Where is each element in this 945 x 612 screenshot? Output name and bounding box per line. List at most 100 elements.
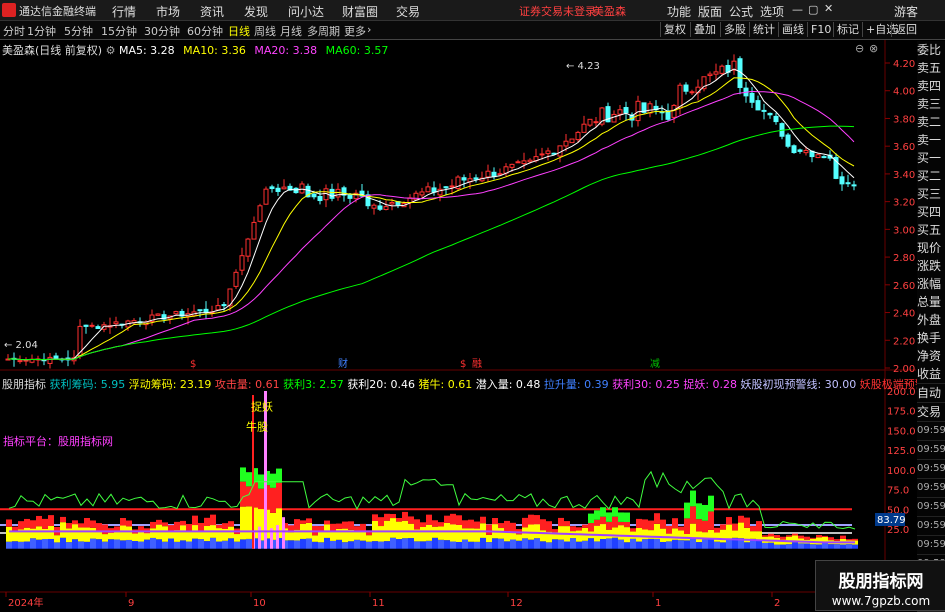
close-button[interactable]: ✕ bbox=[824, 2, 833, 15]
mark-button[interactable]: 标记 bbox=[833, 22, 862, 37]
settings-icon[interactable]: ⚙ bbox=[106, 44, 119, 57]
maximize-button[interactable]: ▢ bbox=[808, 3, 818, 16]
menu-wenxiaoda[interactable]: 问小达 bbox=[288, 3, 324, 20]
candle-body bbox=[317, 195, 323, 202]
candle-body bbox=[797, 149, 803, 152]
side2-0[interactable]: 自动 bbox=[917, 384, 945, 403]
bar-blue bbox=[102, 541, 108, 549]
side-12[interactable]: 涨跌 bbox=[917, 257, 945, 276]
bar-red bbox=[348, 521, 354, 530]
bar-blue bbox=[840, 544, 846, 549]
side-18[interactable]: 收益 bbox=[917, 365, 945, 384]
menu-shichang[interactable]: 市场 bbox=[156, 3, 180, 20]
side2-1[interactable]: 交易 bbox=[917, 403, 945, 422]
more-chevron-icon[interactable]: › bbox=[367, 23, 371, 36]
side2-7[interactable]: 09:59 bbox=[917, 517, 945, 536]
side2-2[interactable]: 09:59 bbox=[917, 422, 945, 441]
side2-8[interactable]: 09:59 bbox=[917, 536, 945, 555]
menu-faxian[interactable]: 发现 bbox=[244, 3, 268, 20]
bar-yellow bbox=[690, 523, 696, 539]
menu-gongneng[interactable]: 功能 bbox=[667, 3, 691, 20]
minimize-button[interactable]: — bbox=[792, 3, 803, 16]
side-3[interactable]: 卖三 bbox=[917, 95, 945, 114]
period-more[interactable]: 更多 bbox=[344, 23, 366, 39]
menu-caifuquan[interactable]: 财富圈 bbox=[342, 3, 378, 20]
side-0[interactable]: 委比 bbox=[917, 41, 945, 60]
back-button[interactable]: 返回 bbox=[891, 22, 920, 37]
candle-body bbox=[251, 221, 257, 240]
f10-button[interactable]: F10 bbox=[807, 22, 834, 37]
side-15[interactable]: 外盘 bbox=[917, 311, 945, 330]
bar-blue bbox=[390, 537, 396, 549]
bar-blue bbox=[558, 539, 564, 549]
menu-zixun[interactable]: 资讯 bbox=[200, 3, 224, 20]
side-2[interactable]: 卖四 bbox=[917, 77, 945, 96]
bar-blue bbox=[78, 541, 84, 549]
bar-red bbox=[408, 516, 414, 524]
menu-jiaoyi[interactable]: 交易 bbox=[396, 3, 420, 20]
candle-body bbox=[461, 177, 467, 181]
multi-stock-button[interactable]: 多股 bbox=[720, 22, 749, 37]
side-9[interactable]: 买四 bbox=[917, 203, 945, 222]
bar-yellow bbox=[6, 526, 12, 542]
candle-body bbox=[749, 92, 755, 103]
zoom-out-icon[interactable]: ⊖ bbox=[855, 42, 864, 55]
bar-yellow bbox=[816, 537, 822, 545]
zhuoyao-bar bbox=[276, 525, 279, 549]
user-guest[interactable]: 游客 bbox=[894, 3, 918, 20]
period-15min[interactable]: 15分钟 bbox=[101, 23, 137, 39]
zhuoyao-bar bbox=[264, 391, 267, 549]
bar-red bbox=[66, 523, 72, 529]
side-8[interactable]: 买三 bbox=[917, 185, 945, 204]
bar-red bbox=[444, 515, 450, 523]
period-30min[interactable]: 30分钟 bbox=[144, 23, 180, 39]
bar-blue bbox=[540, 541, 546, 549]
side-1[interactable]: 卖五 bbox=[917, 59, 945, 78]
menu-hangqing[interactable]: 行情 bbox=[112, 3, 136, 20]
side2-3[interactable]: 09:59 bbox=[917, 441, 945, 460]
login-warning[interactable]: 证券交易未登录 bbox=[519, 3, 596, 19]
side-13[interactable]: 涨幅 bbox=[917, 275, 945, 294]
side2-4[interactable]: 09:59 bbox=[917, 460, 945, 479]
bar-blue bbox=[804, 543, 810, 549]
bar-blue bbox=[330, 540, 336, 549]
side2-6[interactable]: 09:59 bbox=[917, 498, 945, 517]
draw-button[interactable]: 画线 bbox=[778, 22, 807, 37]
kline-chart[interactable]: ← 4.23 ← 2.04 $ 财 $ 融 减 捉妖牛股 4.20 4.00 3.80 3.60 3… bbox=[0, 40, 916, 609]
stats-button[interactable]: 统计 bbox=[749, 22, 778, 37]
period-5min[interactable]: 5分钟 bbox=[64, 23, 93, 39]
pane-close-icon[interactable]: ⊗ bbox=[869, 42, 878, 55]
side-6[interactable]: 买一 bbox=[917, 149, 945, 168]
side2-5[interactable]: 09:59 bbox=[917, 479, 945, 498]
side-11[interactable]: 现价 bbox=[917, 239, 945, 258]
bar-red bbox=[342, 521, 348, 529]
side-10[interactable]: 买五 bbox=[917, 221, 945, 240]
side-17[interactable]: 净资 bbox=[917, 347, 945, 366]
side-16[interactable]: 换手 bbox=[917, 329, 945, 348]
overlay-button[interactable]: 叠加 bbox=[690, 22, 719, 37]
bar-yellow bbox=[660, 528, 666, 542]
bar-yellow bbox=[600, 524, 606, 539]
menu-banmian[interactable]: 版面 bbox=[698, 3, 722, 20]
period-monthly[interactable]: 月线 bbox=[280, 23, 302, 39]
side-5[interactable]: 卖一 bbox=[917, 131, 945, 150]
period-fenshi[interactable]: 分时 bbox=[3, 23, 25, 39]
bar-red bbox=[678, 526, 684, 531]
period-weekly[interactable]: 周线 bbox=[254, 23, 276, 39]
menu-xuanxiang[interactable]: 选项 bbox=[760, 3, 784, 20]
menu-gongshi[interactable]: 公式 bbox=[729, 3, 753, 20]
side-14[interactable]: 总量 bbox=[917, 293, 945, 312]
period-1min[interactable]: 1分钟 bbox=[27, 23, 56, 39]
bar-red bbox=[714, 527, 720, 533]
period-multi[interactable]: 多周期 bbox=[307, 23, 340, 39]
side-4[interactable]: 卖二 bbox=[917, 113, 945, 132]
candle-body bbox=[263, 188, 269, 205]
fuquan-button[interactable]: 复权 bbox=[660, 22, 689, 37]
bar-blue bbox=[510, 539, 516, 549]
bar-blue bbox=[312, 541, 318, 549]
period-daily[interactable]: 日线 bbox=[228, 23, 250, 39]
bar-yellow bbox=[138, 531, 144, 542]
side-7[interactable]: 买二 bbox=[917, 167, 945, 186]
period-60min[interactable]: 60分钟 bbox=[187, 23, 223, 39]
bar-blue bbox=[450, 541, 456, 549]
